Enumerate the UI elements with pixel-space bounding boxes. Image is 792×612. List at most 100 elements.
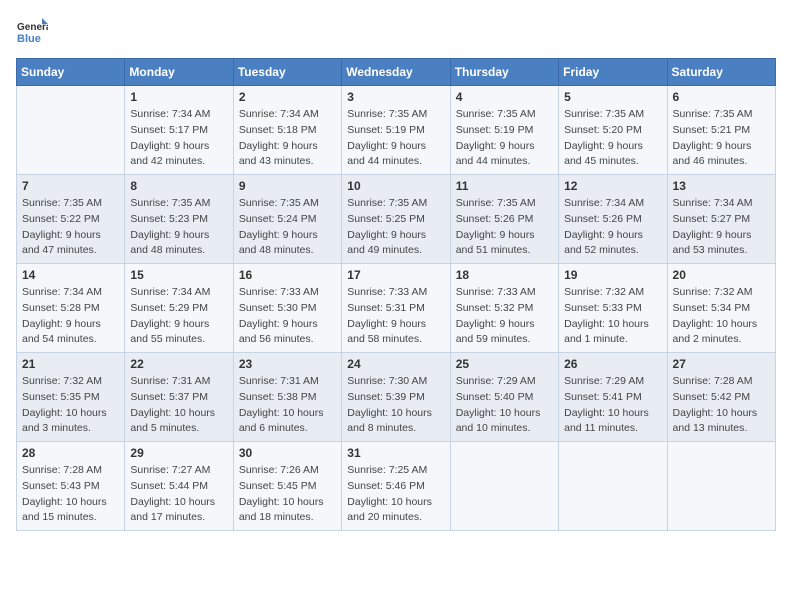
daylight-text: Daylight: 9 hours and 48 minutes. [239,229,318,257]
sunset-text: Sunset: 5:30 PM [239,302,317,314]
day-number: 13 [673,179,770,193]
sunset-text: Sunset: 5:46 PM [347,480,425,492]
sunset-text: Sunset: 5:42 PM [673,391,751,403]
calendar-cell: 8 Sunrise: 7:35 AM Sunset: 5:23 PM Dayli… [125,175,233,264]
logo-bird-icon: General Blue [16,16,48,48]
calendar-cell: 20 Sunrise: 7:32 AM Sunset: 5:34 PM Dayl… [667,264,775,353]
day-info: Sunrise: 7:27 AM Sunset: 5:44 PM Dayligh… [130,463,227,526]
day-number: 2 [239,90,336,104]
daylight-text: Daylight: 9 hours and 59 minutes. [456,318,535,346]
day-number: 18 [456,268,553,282]
sunrise-text: Sunrise: 7:33 AM [456,286,536,298]
day-info: Sunrise: 7:35 AM Sunset: 5:20 PM Dayligh… [564,107,661,170]
calendar-week-row: 7 Sunrise: 7:35 AM Sunset: 5:22 PM Dayli… [17,175,776,264]
day-number: 16 [239,268,336,282]
sunrise-text: Sunrise: 7:31 AM [239,375,319,387]
day-info: Sunrise: 7:29 AM Sunset: 5:40 PM Dayligh… [456,374,553,437]
day-number: 11 [456,179,553,193]
day-info: Sunrise: 7:33 AM Sunset: 5:30 PM Dayligh… [239,285,336,348]
calendar-cell: 5 Sunrise: 7:35 AM Sunset: 5:20 PM Dayli… [559,86,667,175]
calendar-cell: 13 Sunrise: 7:34 AM Sunset: 5:27 PM Dayl… [667,175,775,264]
day-number: 21 [22,357,119,371]
daylight-text: Daylight: 9 hours and 47 minutes. [22,229,101,257]
daylight-text: Daylight: 9 hours and 56 minutes. [239,318,318,346]
day-info: Sunrise: 7:34 AM Sunset: 5:29 PM Dayligh… [130,285,227,348]
day-number: 15 [130,268,227,282]
day-info: Sunrise: 7:35 AM Sunset: 5:26 PM Dayligh… [456,196,553,259]
day-info: Sunrise: 7:35 AM Sunset: 5:19 PM Dayligh… [456,107,553,170]
day-number: 30 [239,446,336,460]
calendar-cell: 12 Sunrise: 7:34 AM Sunset: 5:26 PM Dayl… [559,175,667,264]
daylight-text: Daylight: 9 hours and 44 minutes. [456,140,535,168]
day-info: Sunrise: 7:25 AM Sunset: 5:46 PM Dayligh… [347,463,444,526]
sunset-text: Sunset: 5:19 PM [456,124,534,136]
daylight-text: Daylight: 9 hours and 46 minutes. [673,140,752,168]
day-info: Sunrise: 7:28 AM Sunset: 5:43 PM Dayligh… [22,463,119,526]
day-info: Sunrise: 7:29 AM Sunset: 5:41 PM Dayligh… [564,374,661,437]
sunset-text: Sunset: 5:35 PM [22,391,100,403]
svg-text:Blue: Blue [17,33,41,45]
calendar-cell: 7 Sunrise: 7:35 AM Sunset: 5:22 PM Dayli… [17,175,125,264]
daylight-text: Daylight: 10 hours and 18 minutes. [239,496,324,524]
sunrise-text: Sunrise: 7:34 AM [239,108,319,120]
sunset-text: Sunset: 5:17 PM [130,124,208,136]
daylight-text: Daylight: 10 hours and 1 minute. [564,318,649,346]
sunset-text: Sunset: 5:25 PM [347,213,425,225]
calendar-cell: 3 Sunrise: 7:35 AM Sunset: 5:19 PM Dayli… [342,86,450,175]
day-number: 6 [673,90,770,104]
day-number: 7 [22,179,119,193]
day-info: Sunrise: 7:30 AM Sunset: 5:39 PM Dayligh… [347,374,444,437]
sunset-text: Sunset: 5:26 PM [456,213,534,225]
daylight-text: Daylight: 9 hours and 54 minutes. [22,318,101,346]
sunrise-text: Sunrise: 7:34 AM [130,108,210,120]
calendar-cell: 30 Sunrise: 7:26 AM Sunset: 5:45 PM Dayl… [233,442,341,531]
daylight-text: Daylight: 10 hours and 2 minutes. [673,318,758,346]
calendar-cell: 4 Sunrise: 7:35 AM Sunset: 5:19 PM Dayli… [450,86,558,175]
daylight-text: Daylight: 10 hours and 6 minutes. [239,407,324,435]
daylight-text: Daylight: 9 hours and 45 minutes. [564,140,643,168]
calendar-cell: 16 Sunrise: 7:33 AM Sunset: 5:30 PM Dayl… [233,264,341,353]
day-info: Sunrise: 7:31 AM Sunset: 5:37 PM Dayligh… [130,374,227,437]
page-header: General Blue [16,16,776,48]
day-number: 27 [673,357,770,371]
day-number: 24 [347,357,444,371]
day-info: Sunrise: 7:32 AM Sunset: 5:34 PM Dayligh… [673,285,770,348]
calendar-cell: 15 Sunrise: 7:34 AM Sunset: 5:29 PM Dayl… [125,264,233,353]
daylight-text: Daylight: 10 hours and 5 minutes. [130,407,215,435]
day-info: Sunrise: 7:35 AM Sunset: 5:25 PM Dayligh… [347,196,444,259]
calendar-cell: 11 Sunrise: 7:35 AM Sunset: 5:26 PM Dayl… [450,175,558,264]
weekday-header-row: SundayMondayTuesdayWednesdayThursdayFrid… [17,59,776,86]
sunrise-text: Sunrise: 7:33 AM [239,286,319,298]
calendar-cell: 17 Sunrise: 7:33 AM Sunset: 5:31 PM Dayl… [342,264,450,353]
daylight-text: Daylight: 9 hours and 43 minutes. [239,140,318,168]
sunset-text: Sunset: 5:41 PM [564,391,642,403]
day-number: 23 [239,357,336,371]
weekday-header-tuesday: Tuesday [233,59,341,86]
sunset-text: Sunset: 5:18 PM [239,124,317,136]
sunset-text: Sunset: 5:37 PM [130,391,208,403]
day-info: Sunrise: 7:35 AM Sunset: 5:24 PM Dayligh… [239,196,336,259]
day-number: 26 [564,357,661,371]
sunset-text: Sunset: 5:24 PM [239,213,317,225]
day-info: Sunrise: 7:33 AM Sunset: 5:32 PM Dayligh… [456,285,553,348]
day-info: Sunrise: 7:35 AM Sunset: 5:22 PM Dayligh… [22,196,119,259]
calendar-cell: 25 Sunrise: 7:29 AM Sunset: 5:40 PM Dayl… [450,353,558,442]
sunrise-text: Sunrise: 7:34 AM [130,286,210,298]
calendar-cell [667,442,775,531]
calendar-week-row: 1 Sunrise: 7:34 AM Sunset: 5:17 PM Dayli… [17,86,776,175]
sunrise-text: Sunrise: 7:35 AM [22,197,102,209]
weekday-header-friday: Friday [559,59,667,86]
daylight-text: Daylight: 9 hours and 53 minutes. [673,229,752,257]
sunset-text: Sunset: 5:27 PM [673,213,751,225]
sunrise-text: Sunrise: 7:33 AM [347,286,427,298]
daylight-text: Daylight: 10 hours and 13 minutes. [673,407,758,435]
sunset-text: Sunset: 5:38 PM [239,391,317,403]
daylight-text: Daylight: 9 hours and 42 minutes. [130,140,209,168]
sunrise-text: Sunrise: 7:28 AM [673,375,753,387]
day-number: 22 [130,357,227,371]
daylight-text: Daylight: 9 hours and 51 minutes. [456,229,535,257]
sunrise-text: Sunrise: 7:30 AM [347,375,427,387]
sunrise-text: Sunrise: 7:29 AM [456,375,536,387]
weekday-header-sunday: Sunday [17,59,125,86]
day-number: 5 [564,90,661,104]
